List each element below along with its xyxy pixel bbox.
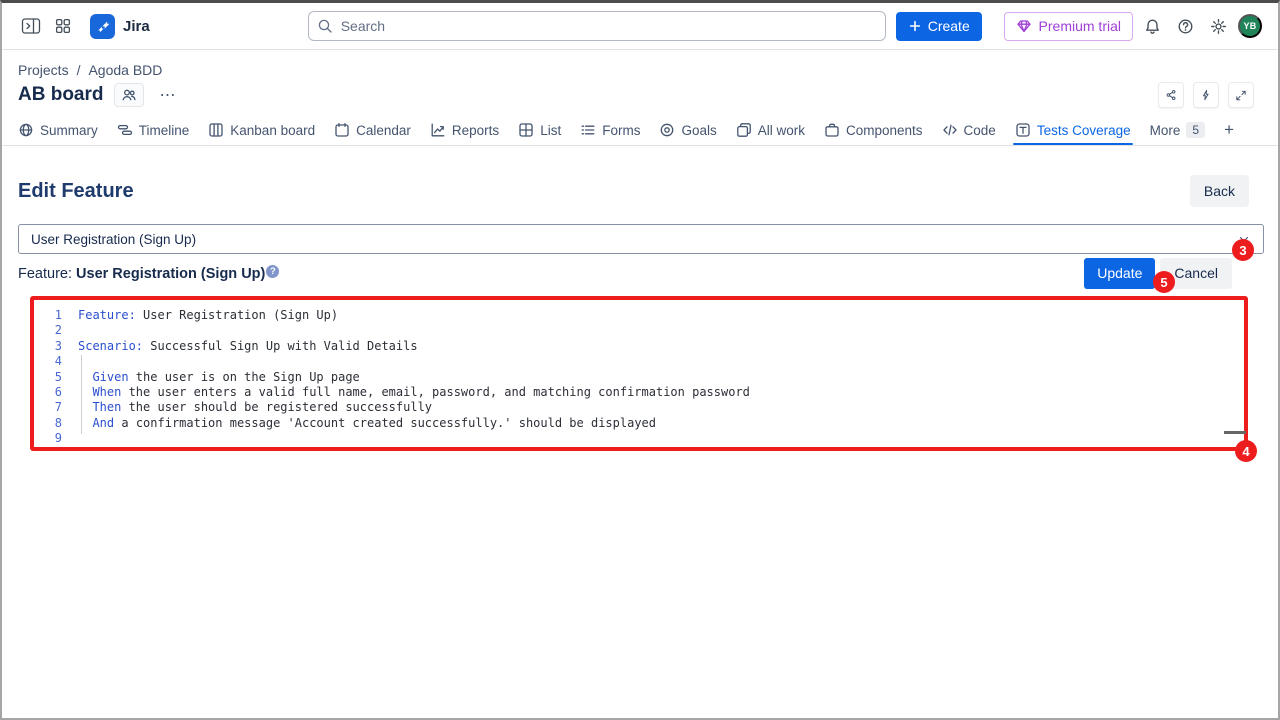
more-count-badge: 5 — [1186, 122, 1205, 138]
code-icon — [942, 122, 958, 138]
search-box — [308, 11, 886, 41]
gear-icon[interactable] — [1205, 13, 1231, 39]
tab-components[interactable]: Components — [824, 115, 923, 145]
help-icon[interactable] — [1172, 13, 1198, 39]
share-icon[interactable] — [1158, 82, 1184, 108]
tab-all-work[interactable]: All work — [736, 115, 805, 145]
annotation-badge-4: 4 — [1235, 440, 1257, 462]
tab-tests-coverage[interactable]: Tests Coverage — [1015, 115, 1131, 145]
create-button[interactable]: Create — [896, 12, 982, 41]
tab-more[interactable]: More 5 — [1150, 115, 1205, 145]
breadcrumb: Projects / Agoda BDD — [18, 62, 1262, 78]
avatar[interactable]: YB — [1238, 14, 1262, 38]
editor-line: 1Feature: User Registration (Sign Up) — [34, 308, 1244, 323]
lightning-icon[interactable] — [1193, 82, 1219, 108]
search-input[interactable] — [308, 11, 886, 41]
app-name: Jira — [123, 18, 150, 35]
board-header: AB board ⋯ — [18, 81, 1262, 109]
all-work-icon — [736, 122, 752, 138]
feature-select[interactable]: User Registration (Sign Up) — [18, 224, 1264, 254]
globe-icon — [18, 122, 34, 138]
tab-forms[interactable]: Forms — [580, 115, 640, 145]
feature-help-icon[interactable]: ? — [266, 265, 279, 278]
app-grid-icon[interactable] — [50, 13, 76, 39]
gherkin-editor[interactable]: 1Feature: User Registration (Sign Up) 2 … — [34, 300, 1244, 447]
feature-toolbar: Feature: User Registration (Sign Up)? Up… — [18, 257, 1262, 289]
components-icon — [824, 122, 840, 138]
reports-icon — [430, 122, 446, 138]
ellipsis-icon[interactable]: ⋯ — [156, 85, 181, 105]
feature-select-value: User Registration (Sign Up) — [31, 232, 196, 247]
editor-line: 4 — [34, 354, 1244, 369]
tab-calendar[interactable]: Calendar — [334, 115, 411, 145]
sidebar-expand-icon[interactable] — [18, 13, 44, 39]
tab-list[interactable]: List — [518, 115, 561, 145]
gem-icon — [1016, 18, 1032, 34]
update-button[interactable]: Update — [1084, 258, 1155, 289]
feature-label: Feature: User Registration (Sign Up)? — [18, 265, 279, 282]
timeline-icon — [117, 122, 133, 138]
editor-line: 8 And a confirmation message 'Account cr… — [34, 416, 1244, 431]
tab-goals[interactable]: Goals — [659, 115, 716, 145]
edit-feature-heading: Edit Feature — [18, 180, 134, 203]
calendar-icon — [334, 122, 350, 138]
editor-line: 6 When the user enters a valid full name… — [34, 385, 1244, 400]
tests-coverage-icon — [1015, 122, 1031, 138]
expand-icon[interactable] — [1228, 82, 1254, 108]
breadcrumb-separator: / — [77, 62, 81, 78]
jira-window: Jira Create Premium trial — [0, 0, 1280, 720]
editor-line: 3Scenario: Successful Sign Up with Valid… — [34, 339, 1244, 354]
annotation-badge-3: 3 — [1232, 239, 1254, 261]
people-icon[interactable] — [114, 83, 144, 107]
breadcrumb-projects[interactable]: Projects — [18, 62, 69, 78]
annotation-badge-5: 5 — [1153, 271, 1175, 293]
editor-scrollbar-thumb[interactable] — [1224, 431, 1246, 434]
editor-line: 5 Given the user is on the Sign Up page — [34, 370, 1244, 385]
breadcrumb-project-name[interactable]: Agoda BDD — [88, 62, 162, 78]
add-tab-plus-icon[interactable]: + — [1224, 120, 1234, 140]
tab-summary[interactable]: Summary — [18, 115, 98, 145]
premium-trial-button[interactable]: Premium trial — [1004, 12, 1133, 41]
list-icon — [518, 122, 534, 138]
feature-name: User Registration (Sign Up) — [76, 266, 265, 282]
editor-line: 7 Then the user should be registered suc… — [34, 400, 1244, 415]
premium-trial-label: Premium trial — [1039, 18, 1121, 34]
bell-icon[interactable] — [1139, 13, 1165, 39]
topbar: Jira Create Premium trial — [2, 3, 1278, 50]
tab-reports[interactable]: Reports — [430, 115, 499, 145]
editor-line: 9 — [34, 431, 1244, 446]
back-button[interactable]: Back — [1190, 175, 1249, 207]
topbar-right: YB — [1139, 13, 1262, 39]
tab-timeline[interactable]: Timeline — [117, 115, 190, 145]
create-button-label: Create — [928, 18, 970, 34]
board-actions — [1158, 82, 1254, 108]
jira-logo[interactable] — [90, 14, 115, 39]
plus-icon — [908, 19, 922, 33]
tab-code[interactable]: Code — [942, 115, 996, 145]
board-icon — [208, 122, 224, 138]
search-icon — [317, 18, 333, 34]
editor-line: 2 — [34, 323, 1244, 338]
board-tabs: Summary Timeline Kanban board Calendar R… — [2, 115, 1278, 146]
feature-editor-highlight: 1Feature: User Registration (Sign Up) 2 … — [30, 296, 1248, 451]
goals-icon — [659, 122, 675, 138]
edit-feature-header: Edit Feature Back — [18, 175, 1262, 207]
indent-guide — [81, 355, 82, 434]
forms-icon — [580, 122, 596, 138]
tab-kanban-board[interactable]: Kanban board — [208, 115, 315, 145]
page-title: AB board — [18, 84, 104, 106]
